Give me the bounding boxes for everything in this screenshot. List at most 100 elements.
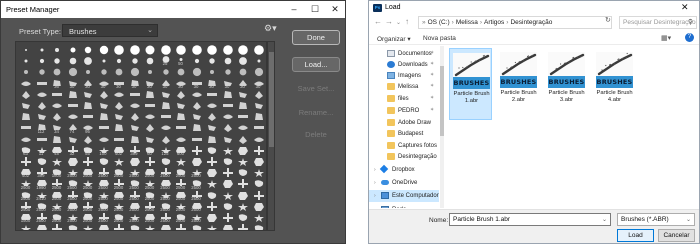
brush-preset-cell[interactable] (158, 134, 173, 145)
brush-preset-cell[interactable] (49, 156, 64, 167)
brush-preset-cell[interactable] (111, 55, 126, 66)
brush-preset-cell[interactable] (173, 89, 188, 100)
brush-preset-cell[interactable] (80, 44, 95, 55)
brush-preset-cell[interactable] (34, 89, 49, 100)
brush-preset-cell[interactable] (173, 122, 188, 133)
expand-chevron-icon[interactable]: › (374, 207, 376, 208)
brush-preset-cell[interactable]: 2500 (49, 223, 64, 230)
brush-preset-cell[interactable]: 2500 (142, 190, 157, 201)
brush-preset-cell[interactable] (173, 100, 188, 111)
brush-preset-cell[interactable] (251, 190, 266, 201)
brush-preset-cell[interactable]: 2500 (65, 167, 80, 178)
brush-preset-cell[interactable]: 32 (65, 145, 80, 156)
chevron-down-icon[interactable]: ⌄ (602, 216, 607, 223)
brush-preset-cell[interactable] (220, 55, 235, 66)
brush-preset-cell[interactable]: 25 (158, 55, 173, 66)
brush-preset-cell[interactable]: 2500 (189, 212, 204, 223)
help-icon[interactable]: ? (685, 33, 694, 42)
brush-preset-cell[interactable] (49, 55, 64, 66)
brush-preset-cell[interactable] (142, 156, 157, 167)
brush-preset-cell[interactable]: 2500 (158, 190, 173, 201)
up-arrow-icon[interactable]: ↑ (405, 17, 409, 26)
brush-preset-cell[interactable] (204, 178, 219, 189)
brush-preset-cell[interactable]: 2500 (189, 178, 204, 190)
brush-preset-cell[interactable]: 2500 (80, 178, 95, 190)
maximize-icon[interactable]: ☐ (304, 1, 326, 18)
brush-preset-cell[interactable]: 2500 (80, 223, 95, 230)
brush-preset-cell[interactable] (111, 134, 126, 145)
brush-preset-cell[interactable] (189, 55, 204, 66)
brush-preset-cell[interactable]: 1990 (34, 178, 49, 190)
brush-preset-cell[interactable] (220, 66, 235, 77)
brush-preset-cell[interactable] (204, 190, 219, 201)
brush-preset-cell[interactable] (235, 156, 250, 167)
brush-preset-cell[interactable] (96, 44, 111, 55)
brush-preset-cell[interactable]: 112 (34, 122, 49, 134)
brush-preset-cell[interactable] (80, 111, 95, 122)
brush-preset-cell[interactable] (65, 89, 80, 100)
brush-preset-cell[interactable]: 30 (65, 78, 80, 89)
breadcrumb-segment[interactable]: OS (C:) (428, 19, 450, 26)
brush-preset-cell[interactable] (251, 134, 266, 145)
brush-preset-cell[interactable] (235, 44, 250, 55)
brush-preset-cell[interactable] (204, 156, 219, 167)
back-arrow-icon[interactable]: ← (374, 17, 382, 26)
brush-preset-cell[interactable] (235, 178, 250, 189)
load-button[interactable]: Load (617, 229, 654, 242)
breadcrumb-segment[interactable]: Artigos (484, 19, 504, 26)
nav-item[interactable]: PEDRO ✶ (369, 105, 439, 117)
brush-preset-cell[interactable]: 30 (111, 78, 126, 89)
brush-preset-cell[interactable] (251, 66, 266, 77)
brush-preset-cell[interactable] (49, 44, 64, 55)
brush-preset-cell[interactable]: 2500 (173, 212, 188, 223)
brush-preset-cell[interactable] (49, 66, 64, 77)
brush-preset-cell[interactable] (204, 223, 219, 230)
nav-item[interactable]: Budapest (369, 128, 439, 140)
brush-preset-cell[interactable] (251, 167, 266, 178)
brush-preset-cell[interactable] (127, 156, 142, 167)
brush-preset-cell[interactable]: 34 (49, 122, 64, 134)
brush-preset-cell[interactable] (251, 44, 266, 55)
brush-preset-cell[interactable] (96, 55, 111, 66)
brush-preset-cell[interactable]: 2500 (127, 190, 142, 201)
brush-preset-cell[interactable]: 30 (235, 78, 250, 89)
brush-preset-cell[interactable] (251, 55, 266, 66)
brush-preset-cell[interactable]: 2500 (111, 201, 126, 212)
brush-preset-cell[interactable]: 30 (158, 78, 173, 89)
brush-preset-cell[interactable]: 2500 (65, 212, 80, 223)
brush-preset-cell[interactable]: 2500 (96, 212, 111, 223)
brush-preset-cell[interactable] (18, 111, 33, 122)
brush-preset-cell[interactable] (49, 111, 64, 122)
brush-preset-cell[interactable] (96, 89, 111, 100)
brush-preset-cell[interactable] (204, 44, 219, 55)
brush-preset-cell[interactable]: 2500 (142, 212, 157, 223)
brush-preset-cell[interactable] (204, 100, 219, 111)
brush-preset-cell[interactable] (235, 223, 250, 230)
brush-preset-cell[interactable] (204, 111, 219, 122)
cancel-button[interactable]: Cancelar (658, 229, 695, 242)
breadcrumb-segment[interactable]: Desintegração (510, 19, 552, 26)
file-type-select[interactable]: Brushes (*.ABR) ⌄ (617, 213, 695, 226)
brush-preset-cell[interactable] (80, 100, 95, 111)
brush-preset-cell[interactable] (173, 66, 188, 77)
brush-preset-cell[interactable] (127, 100, 142, 111)
load-button[interactable]: Load... (292, 57, 340, 72)
brush-preset-cell[interactable] (142, 89, 157, 100)
brush-preset-cell[interactable] (142, 134, 157, 145)
nav-item[interactable]: Desintegração (369, 151, 439, 163)
brush-preset-cell[interactable]: 2500 (111, 223, 126, 230)
close-icon[interactable]: ✕ (324, 1, 346, 18)
brush-preset-cell[interactable] (65, 134, 80, 145)
expand-chevron-icon[interactable]: › (374, 180, 376, 186)
brush-preset-cell[interactable]: 2500 (127, 223, 142, 230)
brush-preset-cell[interactable]: 2500 (18, 190, 33, 201)
brush-preset-cell[interactable]: 2500 (34, 223, 49, 230)
nav-item[interactable]: files ✶ (369, 93, 439, 105)
brush-preset-cell[interactable] (251, 89, 266, 100)
brush-preset-cell[interactable] (49, 89, 64, 100)
expand-chevron-icon[interactable]: › (374, 193, 376, 199)
brush-preset-cell[interactable]: 125 (158, 145, 173, 156)
brush-preset-cell[interactable]: 30 (189, 78, 204, 89)
new-folder-button[interactable]: Nova pasta (423, 35, 456, 42)
done-button[interactable]: Done (292, 30, 340, 45)
